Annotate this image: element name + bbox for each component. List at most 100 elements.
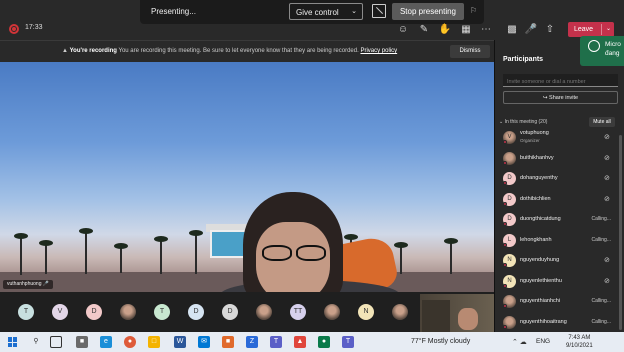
- avatar: [503, 315, 516, 329]
- self-video-preview[interactable]: [420, 294, 494, 334]
- presenting-label: Presenting...: [151, 7, 196, 16]
- palm-tree: [154, 236, 168, 274]
- participant-row[interactable]: Llehongkhanh Calling...: [503, 231, 619, 251]
- participants-panel: Participants ✕ ↪ Share invite ⌄ In this …: [494, 40, 624, 332]
- mic-muted-icon: ⊘: [604, 175, 610, 182]
- participant-thumbnail-avatar[interactable]: [120, 304, 136, 320]
- participant-row[interactable]: Dduongthicatdung Calling...: [503, 210, 619, 230]
- leave-button[interactable]: Leave ⌄: [568, 22, 614, 37]
- word-icon[interactable]: W: [174, 336, 186, 348]
- participant-row[interactable]: Ddothibichlien ⊘: [503, 190, 619, 210]
- panel-title: Participants: [503, 56, 544, 63]
- participant-thumbnail-avatar[interactable]: TT: [290, 304, 306, 320]
- participant-thumbnail-avatar[interactable]: V: [52, 304, 68, 320]
- share-invite-button[interactable]: ↪ Share invite: [503, 91, 618, 104]
- avatar: N: [503, 274, 516, 288]
- file-explorer-icon[interactable]: ■: [76, 336, 88, 348]
- participant-row[interactable]: buithikhanhvy ⊘: [503, 149, 619, 169]
- participant-thumbnail-avatar[interactable]: D: [86, 304, 102, 320]
- avatar-initial: V: [507, 134, 512, 140]
- leave-divider: [601, 24, 602, 35]
- zalo-icon[interactable]: Z: [246, 336, 258, 348]
- calling-status: Calling...: [591, 216, 611, 222]
- stop-share-screen-icon[interactable]: [372, 4, 386, 18]
- glasses-lens-left: [262, 245, 292, 261]
- avatar-initial: D: [507, 175, 512, 181]
- in-meeting-header[interactable]: ⌄ In this meeting (20): [499, 119, 547, 125]
- weather-widget[interactable]: 77°F Mostly cloudy: [411, 338, 470, 345]
- rooms-icon[interactable]: ▦: [458, 22, 474, 38]
- chevron-down-icon: ⌄: [351, 8, 357, 15]
- palm-tree: [14, 233, 28, 275]
- notification-toast[interactable]: Micro đang: [580, 36, 624, 66]
- language-indicator[interactable]: ENG: [536, 338, 550, 345]
- participant-thumbnail-avatar[interactable]: [392, 304, 408, 320]
- participant-name: lehongkhanh: [520, 236, 552, 243]
- share-content-icon[interactable]: ⇧: [542, 22, 558, 38]
- panel-scrollbar[interactable]: [619, 135, 622, 330]
- participant-row[interactable]: nguyenthianhchi Calling...: [503, 292, 619, 312]
- participant-name: nguyenthianhchi: [520, 298, 561, 304]
- presence-status-icon: [503, 222, 507, 226]
- avatar: V: [503, 131, 516, 144]
- clock[interactable]: 7:43 AM 9/10/2021: [566, 334, 593, 350]
- participant-thumbnail-avatar[interactable]: N: [358, 304, 374, 320]
- chrome-icon[interactable]: ●: [124, 336, 136, 348]
- mail-icon[interactable]: ✉: [198, 336, 210, 348]
- presenter-glasses: [258, 245, 328, 261]
- participant-thumbnail-avatar[interactable]: D: [188, 304, 204, 320]
- camera-icon[interactable]: ▩: [504, 22, 520, 38]
- participant-thumbnail-avatar[interactable]: [256, 304, 272, 320]
- invite-input[interactable]: [503, 74, 618, 87]
- windows-start-icon[interactable]: [8, 337, 18, 347]
- warning-icon: ▲: [62, 48, 68, 54]
- dismiss-button[interactable]: Dismiss: [450, 45, 490, 58]
- search-icon[interactable]: ⚲: [30, 336, 42, 348]
- more-actions-icon[interactable]: ⋯: [478, 22, 494, 38]
- mute-all-button[interactable]: Mute all: [589, 117, 615, 127]
- participant-row[interactable]: Nnguyenduyhung ⊘: [503, 251, 619, 271]
- participant-thumbnail-avatar[interactable]: D: [222, 304, 238, 320]
- chat-icon[interactable]: ✎: [416, 22, 432, 38]
- reactions-icon[interactable]: ✋: [437, 22, 453, 38]
- stop-presenting-button[interactable]: Stop presenting: [392, 3, 464, 20]
- participant-name: nguyenthihoaitrang: [520, 318, 567, 325]
- presence-status-icon: [503, 263, 507, 267]
- participant-row[interactable]: Ddohanguyenthy ⊘: [503, 169, 619, 189]
- teams-icon[interactable]: T: [270, 336, 282, 348]
- recording-banner-text: ▲ You're recording You are recording thi…: [62, 48, 397, 54]
- toast-line: đang: [605, 50, 620, 57]
- presence-status-icon: [503, 181, 507, 185]
- participant-thumbnail-avatar[interactable]: T: [18, 304, 34, 320]
- teams-icon[interactable]: T: [342, 336, 354, 348]
- mic-muted-icon: ⊘: [604, 277, 610, 285]
- calling-status: Calling...: [591, 298, 611, 304]
- participant-row[interactable]: Nnguyenlethienthu ⊘: [503, 272, 619, 292]
- recording-title: You're recording: [69, 48, 117, 54]
- chevron-down-icon[interactable]: ⌄: [606, 22, 611, 37]
- participant-row[interactable]: Vvotuphuong Organizer ⊘: [503, 128, 619, 148]
- presenter-name: vuthanhphuong: [7, 281, 42, 287]
- give-control-dropdown[interactable]: Give control ⌄: [289, 3, 363, 20]
- app-icon[interactable]: ●: [318, 336, 330, 348]
- app-icon[interactable]: ▲: [294, 336, 306, 348]
- microphone-icon[interactable]: 🎤: [523, 22, 539, 38]
- participant-row[interactable]: nguyenthihoaitrang Calling...: [503, 313, 619, 333]
- notification-icon: [588, 40, 600, 52]
- self-video-face: [458, 308, 478, 330]
- presence-status-icon: [503, 160, 507, 165]
- folder-icon[interactable]: □: [148, 336, 160, 348]
- privacy-policy-link[interactable]: Privacy policy: [360, 48, 397, 54]
- edge-icon[interactable]: e: [100, 336, 112, 348]
- task-view-icon[interactable]: [50, 336, 62, 348]
- toast-line: Micro: [605, 41, 621, 48]
- participant-thumbnail-avatar[interactable]: T: [154, 304, 170, 320]
- participant-thumbnail-avatar[interactable]: [324, 304, 340, 320]
- app-icon[interactable]: ■: [222, 336, 234, 348]
- participants-icon[interactable]: ☺: [395, 22, 411, 38]
- pin-icon[interactable]: ⚐: [470, 6, 477, 15]
- recording-message: You are recording this meeting. Be sure …: [118, 48, 359, 54]
- clock-time: 7:43 AM: [568, 335, 591, 341]
- meeting-top-bar: 17:33 Presenting... Give control ⌄ Stop …: [0, 0, 624, 40]
- system-tray-icons[interactable]: ⌃ ☁: [512, 338, 527, 346]
